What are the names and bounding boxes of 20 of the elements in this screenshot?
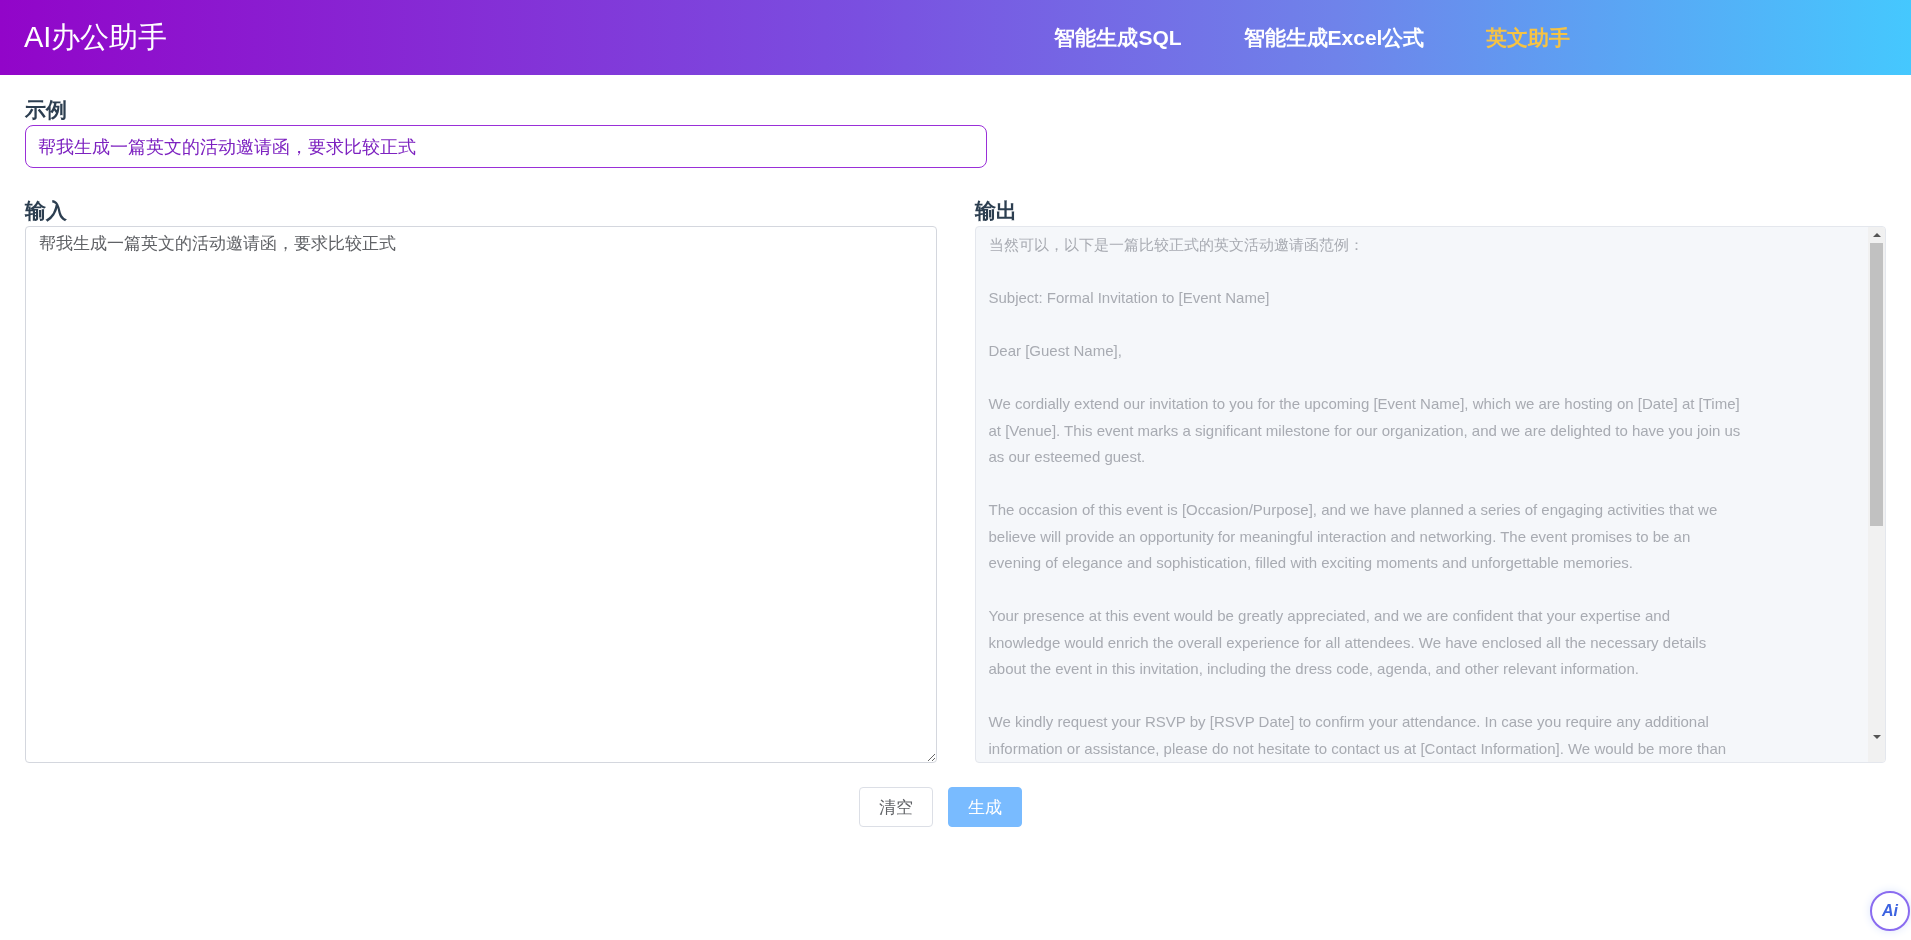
scroll-down-arrow-icon[interactable] xyxy=(1871,732,1882,742)
output-paragraph: We cordially extend our invitation to you for the upcoming [Event Name], which we are hosting on [Date] at [Time] at [Venue]. This event marks a significant milestone for our organization, and we are delighted to have you join us as our esteemed guest. xyxy=(988,394,1741,467)
output-paragraph: 当然可以，以下是一篇比较正式的英文活动邀请函范例： xyxy=(988,235,1365,255)
output-paragraph: Subject: Formal Invitation to [Event Name] xyxy=(988,288,1271,308)
scroll-up-arrow-icon[interactable] xyxy=(1871,230,1882,240)
input-label: 输入 xyxy=(25,198,68,224)
output-paragraph: We kindly request your RSVP by [RSVP Date] to confirm your attendance. In case you require any additional information or assistance, please do not hesitate to contact us at [Contact Information]. We would be more than xyxy=(988,712,1728,759)
assistant-button[interactable]: Ai xyxy=(1870,891,1910,931)
output-paragraph: Your presence at this event would be greatly appreciated, and we are confident that your expertise and knowledge would enrich the overall experience for all attendees. We have enclosed all the necessary details about the event in this invitation, including the dress code, agenda, and other relevant information. xyxy=(988,606,1708,679)
example-label: 示例 xyxy=(25,97,68,123)
app-title: AI办公助手 xyxy=(24,19,168,55)
output-paragraph: Dear [Guest Name], xyxy=(988,341,1123,361)
nav-tab[interactable]: 智能生成Excel公式 xyxy=(1243,23,1425,52)
output-paragraph: The occasion of this event is [Occasion/Purpose], and we have planned a series of engaging activities that we believe will provide an opportunity for meaningful interaction and networking. The event promises to be an evening of elegance and sophistication, filled with exciting moments and unforgettable memories. xyxy=(988,500,1719,573)
input-textarea[interactable]: 帮我生成一篇英文的活动邀请函，要求比较正式 xyxy=(25,226,937,763)
scrollbar[interactable] xyxy=(1868,227,1885,762)
clear-button[interactable]: 清空 xyxy=(859,787,933,827)
example-field[interactable]: 帮我生成一篇英文的活动邀请函，要求比较正式 xyxy=(25,125,987,168)
nav-tab[interactable]: 智能生成SQL xyxy=(1054,23,1182,52)
output-label: 输出 xyxy=(974,198,1018,224)
